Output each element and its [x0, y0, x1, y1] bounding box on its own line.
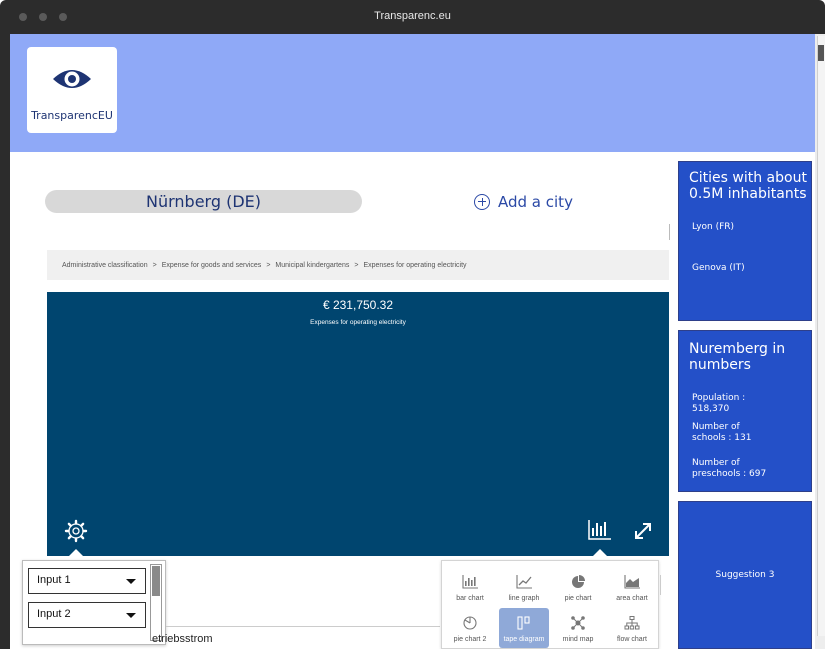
- header-banner: [10, 34, 815, 152]
- plus-circle-icon: [474, 193, 490, 210]
- breadcrumb-item[interactable]: Expense for goods and services: [162, 262, 262, 269]
- inputs-panel: Input 1 Input 2: [22, 560, 166, 645]
- chart-type-label: tape diagram: [503, 636, 545, 643]
- chart-type-label: pie chart 2: [453, 636, 487, 643]
- chart-type-flow-chart[interactable]: flow chart: [607, 608, 657, 648]
- chart-type-tape-diagram[interactable]: tape diagram: [499, 608, 549, 648]
- inputs-panel-scrollbar[interactable]: [150, 564, 162, 641]
- chart-type-mind-map[interactable]: mind map: [553, 608, 603, 648]
- gear-icon[interactable]: [64, 519, 88, 543]
- window-titlebar: Transparenc.eu: [0, 0, 825, 34]
- table-row: etriebsstrom: [152, 633, 213, 645]
- chart-type-label: flow chart: [617, 636, 647, 643]
- area-chart-icon: [624, 575, 640, 589]
- flow-chart-icon: [624, 616, 640, 630]
- chart-type-picker: bar chart line graph pie chart area char…: [441, 560, 659, 649]
- window-frame-left: [0, 34, 10, 649]
- breadcrumb-separator: >: [354, 261, 359, 269]
- breadcrumb-item[interactable]: Administrative classification: [62, 262, 148, 269]
- window-title: Transparenc.eu: [374, 10, 451, 22]
- chart-type-label: line graph: [508, 595, 540, 602]
- logo-text: TransparencEU: [31, 109, 113, 122]
- expand-icon[interactable]: [632, 520, 654, 542]
- population-stat: Population : 518,370: [692, 393, 746, 414]
- input-1-select[interactable]: Input 1: [28, 568, 146, 594]
- add-city-button[interactable]: Add a city: [474, 190, 573, 213]
- preschools-stat: Number of preschools : 697: [692, 458, 767, 479]
- breadcrumb: Administrative classification > Expense …: [47, 250, 669, 280]
- tape-diagram-icon: [517, 616, 530, 630]
- chart-type-label: bar chart: [456, 595, 484, 602]
- gear-menu-caret: [69, 549, 83, 556]
- similar-cities-panel: Cities with about 0.5M inhabitants Lyon …: [678, 161, 812, 321]
- expense-label: Expenses for operating electricity: [310, 319, 406, 326]
- page-scrollbar[interactable]: [817, 36, 825, 636]
- breadcrumb-item[interactable]: Municipal kindergartens: [275, 262, 349, 269]
- input-2-select[interactable]: Input 2: [28, 602, 146, 628]
- similar-city-link[interactable]: Genova (IT): [692, 263, 745, 274]
- divider: [669, 224, 670, 240]
- breadcrumb-separator: >: [266, 261, 271, 269]
- pie-chart-icon: [572, 575, 585, 588]
- chart-type-label: mind map: [562, 636, 594, 643]
- logo[interactable]: TransparencEU: [27, 47, 117, 133]
- page-scrollbar-thumb[interactable]: [818, 45, 824, 61]
- chart-type-bar-chart[interactable]: bar chart: [445, 567, 495, 607]
- chart-type-line-graph[interactable]: line graph: [499, 567, 549, 607]
- chart-type-menu-caret: [593, 549, 607, 556]
- chevron-down-icon: [126, 613, 136, 618]
- chart-area: € 231,750.32 Expenses for operating elec…: [47, 292, 669, 556]
- inputs-panel-scrollbar-thumb[interactable]: [152, 566, 160, 596]
- line-graph-icon: [516, 575, 532, 589]
- mind-map-icon: [571, 616, 585, 630]
- input-1-label: Input 1: [37, 574, 71, 586]
- suggestion-label: Suggestion 3: [715, 570, 775, 580]
- chart-type-area-chart[interactable]: area chart: [607, 567, 657, 607]
- bar-chart-icon: [462, 575, 478, 589]
- chart-type-label: area chart: [616, 595, 648, 602]
- chevron-down-icon: [126, 579, 136, 584]
- bar-chart-icon[interactable]: [588, 519, 612, 541]
- table-divider: [166, 626, 440, 627]
- similar-city-link[interactable]: Lyon (FR): [692, 222, 734, 233]
- pie-chart-2-icon: [463, 616, 477, 630]
- chart-type-pie-chart-2[interactable]: pie chart 2: [445, 608, 495, 648]
- schools-stat: Number of schools : 131: [692, 422, 752, 443]
- suggestion-panel[interactable]: Suggestion 3: [678, 501, 812, 649]
- eye-icon: [53, 70, 91, 88]
- expense-amount: € 231,750.32: [322, 298, 394, 312]
- breadcrumb-separator: >: [152, 261, 157, 269]
- city-numbers-title: Nuremberg in numbers: [689, 341, 786, 373]
- chart-type-label: pie chart: [564, 595, 592, 602]
- breadcrumb-item-current: Expenses for operating electricity: [363, 261, 467, 269]
- similar-cities-title: Cities with about 0.5M inhabitants: [689, 170, 807, 202]
- city-numbers-panel: Nuremberg in numbers Population : 518,37…: [678, 330, 812, 492]
- chart-type-picker-scrollbar[interactable]: [660, 575, 668, 595]
- input-2-label: Input 2: [37, 608, 71, 620]
- current-city-pill[interactable]: Nürnberg (DE): [45, 190, 362, 213]
- chart-type-pie-chart[interactable]: pie chart: [553, 567, 603, 607]
- add-city-label: Add a city: [498, 192, 573, 211]
